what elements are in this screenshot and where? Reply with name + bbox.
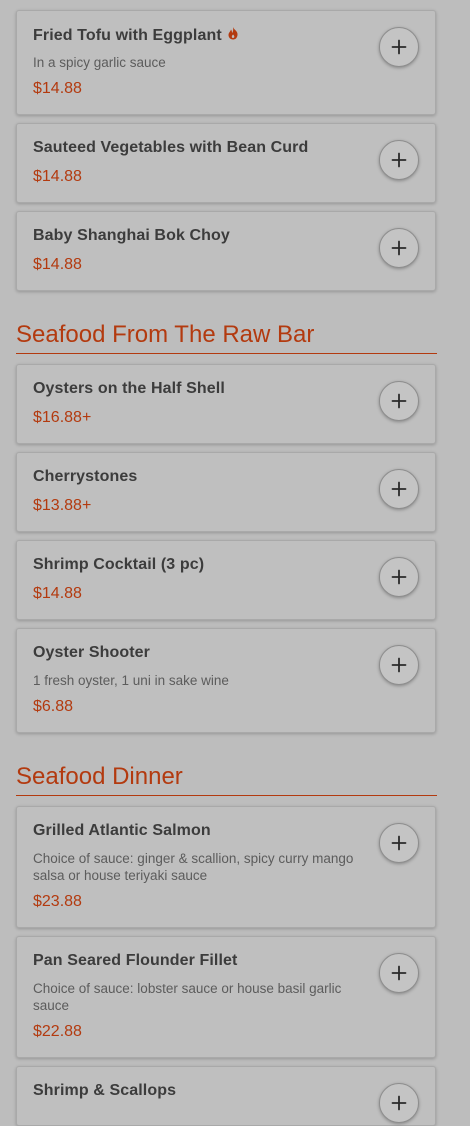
- item-name: Pan Seared Flounder Fillet: [33, 952, 238, 969]
- item-price: $13.88+: [33, 497, 92, 514]
- plus-icon: [391, 965, 407, 981]
- item-price: $14.88: [33, 80, 82, 97]
- menu-item-card[interactable]: Sauteed Vegetables with Bean Curd $14.88: [16, 123, 436, 203]
- item-name: Shrimp & Scallops: [33, 1082, 177, 1099]
- plus-icon: [391, 657, 407, 673]
- add-item-button[interactable]: [379, 140, 419, 180]
- menu-item-card[interactable]: Baby Shanghai Bok Choy $14.88: [16, 211, 436, 291]
- add-item-button[interactable]: [379, 27, 419, 67]
- add-item-button[interactable]: [379, 645, 419, 685]
- item-price: $16.88+: [33, 409, 92, 426]
- item-description: 1 fresh oyster, 1 uni in sake wine: [33, 673, 229, 688]
- item-name: Oysters on the Half Shell: [33, 380, 225, 397]
- item-price: $14.88: [33, 585, 82, 602]
- menu-item-card[interactable]: Shrimp & Scallops: [16, 1066, 436, 1126]
- item-price: $14.88: [33, 168, 82, 185]
- item-description: In a spicy garlic sauce: [33, 55, 166, 70]
- add-item-button[interactable]: [379, 1083, 419, 1123]
- plus-icon: [391, 152, 407, 168]
- item-description: Choice of sauce: ginger & scallion, spic…: [33, 851, 354, 883]
- item-price: $14.88: [33, 256, 82, 273]
- section-title-raw-bar: Seafood From The Raw Bar: [16, 321, 437, 354]
- add-item-button[interactable]: [379, 823, 419, 863]
- menu-item-card[interactable]: Oyster Shooter 1 fresh oyster, 1 uni in …: [16, 628, 436, 733]
- item-price: $6.88: [33, 698, 74, 715]
- item-name: Fried Tofu with Eggplant: [33, 26, 239, 45]
- menu-item-card[interactable]: Grilled Atlantic Salmon Choice of sauce:…: [16, 806, 436, 928]
- add-item-button[interactable]: [379, 557, 419, 597]
- plus-icon: [391, 1095, 407, 1111]
- section-title-seafood-dinner: Seafood Dinner: [16, 763, 437, 796]
- item-name: Shrimp Cocktail (3 pc): [33, 556, 205, 573]
- plus-icon: [391, 569, 407, 585]
- add-item-button[interactable]: [379, 953, 419, 993]
- item-name: Baby Shanghai Bok Choy: [33, 227, 230, 244]
- add-item-button[interactable]: [379, 228, 419, 268]
- plus-icon: [391, 39, 407, 55]
- add-item-button[interactable]: [379, 381, 419, 421]
- flame-icon: [227, 26, 239, 45]
- item-name: Oyster Shooter: [33, 644, 150, 661]
- plus-icon: [391, 835, 407, 851]
- menu-item-card[interactable]: Fried Tofu with Eggplant In a spicy garl…: [16, 10, 436, 115]
- plus-icon: [391, 481, 407, 497]
- menu-item-card[interactable]: Shrimp Cocktail (3 pc) $14.88: [16, 540, 436, 620]
- item-name: Cherrystones: [33, 468, 138, 485]
- item-price: $22.88: [33, 1023, 82, 1040]
- item-description: Choice of sauce: lobster sauce or house …: [33, 981, 342, 1013]
- item-name: Grilled Atlantic Salmon: [33, 822, 211, 839]
- item-price: $23.88: [33, 893, 82, 910]
- add-item-button[interactable]: [379, 469, 419, 509]
- menu-item-card[interactable]: Oysters on the Half Shell $16.88+: [16, 364, 436, 444]
- item-name: Sauteed Vegetables with Bean Curd: [33, 139, 309, 156]
- plus-icon: [391, 240, 407, 256]
- menu-item-card[interactable]: Pan Seared Flounder Fillet Choice of sau…: [16, 936, 436, 1058]
- menu-item-card[interactable]: Cherrystones $13.88+: [16, 452, 436, 532]
- plus-icon: [391, 393, 407, 409]
